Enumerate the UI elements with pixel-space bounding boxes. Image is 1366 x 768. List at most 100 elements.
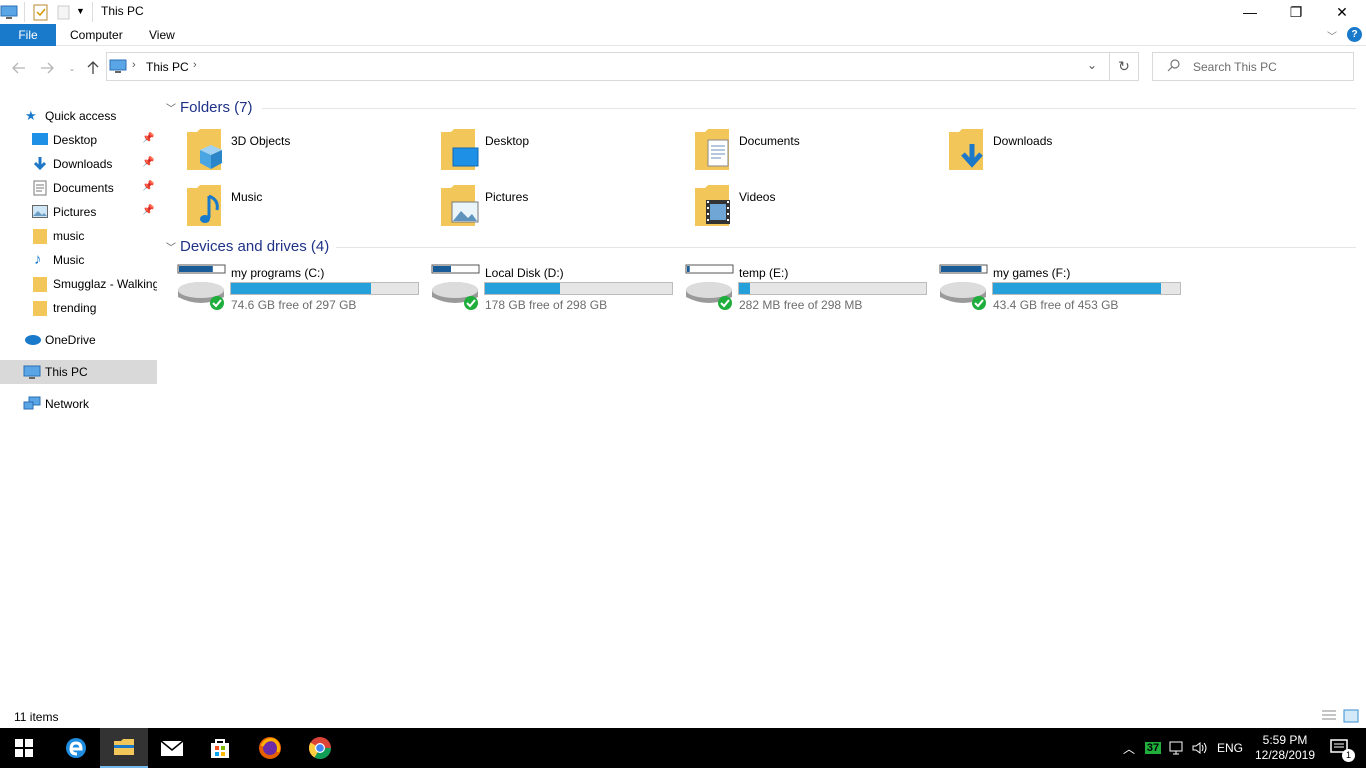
- taskbar-file-explorer[interactable]: [100, 728, 148, 768]
- this-pc-icon: [23, 365, 41, 383]
- network-icon: [23, 396, 41, 415]
- clock[interactable]: 5:59 PM 12/28/2019: [1250, 728, 1320, 768]
- group-title: Folders (7): [180, 99, 253, 116]
- group-title: Devices and drives (4): [180, 238, 330, 255]
- show-hidden-icons-button[interactable]: ︿: [1120, 728, 1138, 768]
- start-button[interactable]: [0, 728, 48, 768]
- sidebar-item-label: OneDrive: [45, 333, 96, 347]
- drive-e[interactable]: temp (E:) 282 MB free of 298 MB: [685, 264, 935, 318]
- network-status-icon: [1169, 741, 1183, 755]
- taskbar-chrome[interactable]: [296, 728, 344, 768]
- customize-quick-access-icon[interactable]: ▼: [76, 6, 85, 24]
- sidebar-item-downloads[interactable]: Downloads 📌: [0, 152, 157, 176]
- desktop-folder-icon: [439, 128, 479, 175]
- music-folder-icon: [185, 184, 225, 231]
- properties-icon[interactable]: [33, 3, 49, 21]
- help-icon[interactable]: ?: [1347, 27, 1362, 42]
- chevron-down-icon: ﹀: [166, 243, 176, 254]
- address-dropdown-icon[interactable]: ⌄: [1087, 58, 1097, 72]
- folder-icon: [33, 228, 47, 247]
- tab-view[interactable]: View: [139, 24, 185, 46]
- sidebar-item-smugglaz[interactable]: Smugglaz - Walking: [0, 272, 157, 296]
- address-bar[interactable]: › This PC › ⌄: [106, 52, 1110, 81]
- folder-label: Downloads: [993, 134, 1053, 148]
- pin-icon: 📌: [142, 133, 155, 144]
- refresh-button[interactable]: ↻: [1110, 52, 1139, 81]
- edge-icon: [66, 738, 86, 758]
- sidebar-item-trending[interactable]: trending: [0, 296, 157, 320]
- sidebar-item-pictures[interactable]: Pictures 📌: [0, 200, 157, 224]
- search-icon: [1167, 58, 1181, 75]
- taskbar-edge[interactable]: [52, 728, 100, 768]
- documents-icon: [33, 180, 47, 199]
- battery-indicator[interactable]: 37: [1143, 728, 1163, 768]
- drive-usage-bar: [484, 282, 673, 295]
- clock-date: 12/28/2019: [1254, 748, 1316, 762]
- back-button[interactable]: [9, 58, 29, 78]
- tab-computer[interactable]: Computer: [60, 24, 133, 46]
- drive-free-space: 74.6 GB free of 297 GB: [231, 298, 357, 312]
- folder-pictures[interactable]: Pictures: [439, 184, 689, 234]
- taskbar-firefox[interactable]: [246, 728, 294, 768]
- action-center-button[interactable]: 1: [1320, 728, 1360, 768]
- breadcrumb-chevron-icon[interactable]: ›: [132, 59, 136, 71]
- folder-desktop[interactable]: Desktop: [439, 128, 689, 178]
- minimize-button[interactable]: —: [1227, 0, 1273, 24]
- volume-tray-icon[interactable]: [1190, 728, 1210, 768]
- folder-downloads[interactable]: Downloads: [947, 128, 1197, 178]
- forward-button[interactable]: [37, 58, 57, 78]
- drive-free-space: 282 MB free of 298 MB: [739, 298, 863, 312]
- navigation-pane: ★ Quick access Desktop 📌 Downloads 📌 Doc…: [0, 100, 157, 700]
- sidebar-item-label: Quick access: [45, 109, 117, 123]
- sidebar-item-music[interactable]: ♪ Music: [0, 248, 157, 272]
- downloads-folder-icon: [947, 128, 987, 175]
- sidebar-item-quick-access[interactable]: ★ Quick access: [0, 104, 157, 128]
- drives-group-header[interactable]: ﹀ Devices and drives (4): [166, 238, 329, 255]
- folder-label: Desktop: [485, 134, 530, 148]
- status-bar: 11 items: [0, 706, 1366, 728]
- star-icon: ★: [25, 108, 37, 123]
- hard-drive-icon: [685, 264, 735, 315]
- new-folder-icon[interactable]: [56, 3, 72, 21]
- sidebar-item-desktop[interactable]: Desktop 📌: [0, 128, 157, 152]
- taskbar-store[interactable]: [196, 728, 244, 768]
- pin-icon: 📌: [142, 205, 155, 216]
- drive-d[interactable]: Local Disk (D:) 178 GB free of 298 GB: [431, 264, 681, 318]
- pictures-folder-icon: [439, 184, 479, 231]
- network-tray-icon[interactable]: [1166, 728, 1186, 768]
- this-pc-icon: [0, 3, 18, 21]
- sidebar-item-this-pc[interactable]: This PC: [0, 360, 157, 384]
- details-view-icon[interactable]: [1321, 709, 1337, 726]
- hard-drive-icon: [431, 264, 481, 315]
- folder-music[interactable]: Music: [185, 184, 435, 234]
- drive-free-space: 178 GB free of 298 GB: [485, 298, 608, 312]
- folder-documents[interactable]: Documents: [693, 128, 943, 178]
- tab-file[interactable]: File: [0, 24, 56, 46]
- drive-f[interactable]: my games (F:) 43.4 GB free of 453 GB: [939, 264, 1189, 318]
- onedrive-icon: [23, 334, 41, 348]
- input-language-button[interactable]: ENG: [1215, 728, 1245, 768]
- breadcrumb-this-pc[interactable]: This PC: [146, 60, 189, 74]
- documents-folder-icon: [693, 128, 733, 175]
- sidebar-item-onedrive[interactable]: OneDrive: [0, 328, 157, 352]
- expand-ribbon-icon[interactable]: ﹀: [1327, 28, 1337, 43]
- folders-group-header[interactable]: ﹀ Folders (7): [166, 99, 253, 116]
- sidebar-item-music-folder[interactable]: music: [0, 224, 157, 248]
- restore-button[interactable]: ❐: [1273, 0, 1319, 24]
- large-icons-view-icon[interactable]: [1343, 709, 1359, 726]
- folder-label: 3D Objects: [231, 134, 291, 148]
- folder-3d-objects[interactable]: 3D Objects: [185, 128, 435, 178]
- drive-c[interactable]: my programs (C:) 74.6 GB free of 297 GB: [177, 264, 427, 318]
- folder-videos[interactable]: Videos: [693, 184, 943, 234]
- taskbar-mail[interactable]: [148, 728, 196, 768]
- sidebar-item-network[interactable]: Network: [0, 392, 157, 416]
- file-explorer-icon: [114, 739, 134, 755]
- up-button[interactable]: [83, 58, 103, 78]
- close-button[interactable]: ✕: [1319, 0, 1365, 24]
- folder-label: Videos: [739, 190, 776, 204]
- sidebar-item-documents[interactable]: Documents 📌: [0, 176, 157, 200]
- drive-name: my games (F:): [993, 266, 1071, 280]
- breadcrumb-chevron-icon[interactable]: ›: [193, 59, 197, 71]
- recent-locations-button[interactable]: ⌄: [62, 58, 82, 78]
- search-input[interactable]: Search This PC: [1152, 52, 1354, 81]
